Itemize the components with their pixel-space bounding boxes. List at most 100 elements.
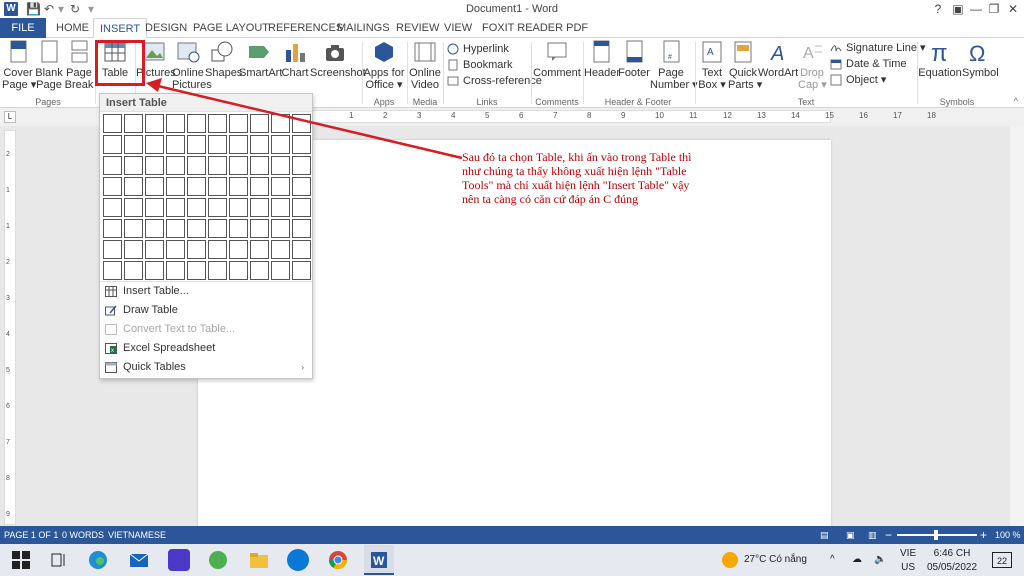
table-grid-cell[interactable] bbox=[166, 219, 185, 238]
zoom-in-button[interactable]: + bbox=[980, 526, 987, 544]
table-grid-cell[interactable] bbox=[271, 261, 290, 280]
table-grid-cell[interactable] bbox=[145, 156, 164, 175]
table-grid-cell[interactable] bbox=[208, 135, 227, 154]
file-explorer-icon[interactable] bbox=[248, 549, 270, 571]
weather-text[interactable]: 27°C Có nắng bbox=[744, 544, 807, 576]
table-grid-cell[interactable] bbox=[103, 177, 122, 196]
tab-selector[interactable]: L bbox=[4, 111, 16, 123]
restore-button[interactable]: ❐ bbox=[984, 1, 1004, 17]
table-grid-cell[interactable] bbox=[271, 177, 290, 196]
table-grid-cell[interactable] bbox=[292, 177, 311, 196]
zoom-out-button[interactable]: − bbox=[885, 526, 892, 544]
page-count[interactable]: PAGE 1 OF 1 bbox=[4, 526, 58, 544]
read-mode-icon[interactable]: ▤ bbox=[820, 526, 829, 544]
table-grid-cell[interactable] bbox=[250, 177, 269, 196]
table-grid-cell[interactable] bbox=[103, 114, 122, 133]
table-grid-cell[interactable] bbox=[103, 198, 122, 217]
table-grid-cell[interactable] bbox=[250, 156, 269, 175]
blank-page-button[interactable]: Blank Page bbox=[34, 40, 64, 91]
edge-browser-icon[interactable] bbox=[87, 549, 109, 571]
table-grid-cell[interactable] bbox=[292, 261, 311, 280]
table-grid-cell[interactable] bbox=[145, 135, 164, 154]
page-break-button[interactable]: Page Break bbox=[64, 40, 94, 91]
table-grid-cell[interactable] bbox=[103, 240, 122, 259]
zoom-slider-thumb[interactable] bbox=[934, 530, 938, 540]
tab-view[interactable]: VIEW bbox=[438, 18, 478, 38]
menu-item-quick-tables[interactable]: Quick Tables › bbox=[100, 358, 312, 377]
language-indicator[interactable]: VIETNAMESE bbox=[108, 526, 166, 544]
show-hidden-icons-icon[interactable]: ^ bbox=[830, 544, 835, 576]
bookmark-button[interactable]: Bookmark bbox=[447, 57, 513, 73]
cover-page-button[interactable]: Cover Page ▾ bbox=[2, 40, 36, 91]
chart-button[interactable]: Chart bbox=[281, 40, 309, 79]
weather-sun-icon[interactable] bbox=[722, 552, 738, 568]
network-icon[interactable]: ☁ bbox=[852, 544, 862, 576]
table-grid-cell[interactable] bbox=[250, 135, 269, 154]
drop-cap-button[interactable]: A Drop Cap ▾ bbox=[798, 40, 827, 91]
table-grid-cell[interactable] bbox=[292, 135, 311, 154]
text-box-button[interactable]: A Text Box ▾ bbox=[697, 40, 727, 91]
table-grid-cell[interactable] bbox=[187, 261, 206, 280]
table-grid-cell[interactable] bbox=[166, 198, 185, 217]
table-grid-cell[interactable] bbox=[187, 219, 206, 238]
table-grid-cell[interactable] bbox=[229, 198, 248, 217]
help-button[interactable]: ? bbox=[928, 1, 948, 17]
table-grid-cell[interactable] bbox=[208, 198, 227, 217]
print-layout-icon[interactable]: ▣ bbox=[846, 526, 855, 544]
word-count[interactable]: 0 WORDS bbox=[62, 526, 104, 544]
menu-item-insert-table[interactable]: Insert Table... bbox=[100, 282, 312, 301]
smartart-button[interactable]: SmartArt bbox=[239, 40, 282, 79]
table-grid-cell[interactable] bbox=[187, 240, 206, 259]
online-video-button[interactable]: Online Video bbox=[408, 40, 442, 91]
tab-file[interactable]: FILE bbox=[0, 18, 46, 38]
vertical-ruler[interactable]: 2112345678910 bbox=[4, 130, 16, 554]
table-grid-cell[interactable] bbox=[124, 177, 143, 196]
table-grid-cell[interactable] bbox=[250, 114, 269, 133]
table-grid-cell[interactable] bbox=[271, 198, 290, 217]
table-grid-cell[interactable] bbox=[145, 261, 164, 280]
online-pictures-button[interactable]: Online Pictures bbox=[172, 40, 212, 91]
table-grid-cell[interactable] bbox=[145, 219, 164, 238]
table-grid-cell[interactable] bbox=[229, 135, 248, 154]
close-button[interactable]: ✕ bbox=[1003, 1, 1023, 17]
tab-foxit-reader-pdf[interactable]: FOXIT READER PDF bbox=[476, 18, 594, 38]
menu-item-convert-text-to-table[interactable]: Convert Text to Table... bbox=[100, 320, 312, 339]
tab-design[interactable]: DESIGN bbox=[139, 18, 193, 38]
table-grid-cell[interactable] bbox=[250, 219, 269, 238]
table-grid-cell[interactable] bbox=[166, 261, 185, 280]
table-grid-cell[interactable] bbox=[166, 177, 185, 196]
vertical-scrollbar[interactable] bbox=[1010, 126, 1024, 526]
table-grid-cell[interactable] bbox=[145, 114, 164, 133]
table-grid-cell[interactable] bbox=[145, 177, 164, 196]
table-grid-cell[interactable] bbox=[187, 198, 206, 217]
table-grid-cell[interactable] bbox=[292, 198, 311, 217]
menu-item-excel-spreadsheet[interactable]: x Excel Spreadsheet bbox=[100, 339, 312, 358]
tab-home[interactable]: HOME bbox=[50, 18, 95, 38]
table-grid-cell[interactable] bbox=[292, 219, 311, 238]
mail-icon[interactable] bbox=[128, 549, 150, 571]
table-grid-cell[interactable] bbox=[229, 240, 248, 259]
table-grid-cell[interactable] bbox=[271, 114, 290, 133]
table-grid-cell[interactable] bbox=[229, 114, 248, 133]
cross-reference-button[interactable]: Cross-reference bbox=[447, 73, 542, 89]
table-grid-cell[interactable] bbox=[187, 135, 206, 154]
volume-icon[interactable]: 🔈 bbox=[874, 544, 886, 576]
zoom-level[interactable]: 100 % bbox=[995, 526, 1021, 544]
header-button[interactable]: Header bbox=[584, 40, 620, 79]
collapse-ribbon-icon[interactable]: ^ bbox=[1014, 96, 1018, 106]
table-grid-cell[interactable] bbox=[103, 261, 122, 280]
table-grid-cell[interactable] bbox=[229, 261, 248, 280]
table-grid-cell[interactable] bbox=[124, 261, 143, 280]
table-grid-cell[interactable] bbox=[166, 240, 185, 259]
table-grid-cell[interactable] bbox=[166, 156, 185, 175]
table-grid-cell[interactable] bbox=[124, 198, 143, 217]
tab-mailings[interactable]: MAILINGS bbox=[331, 18, 396, 38]
ribbon-display-options-icon[interactable]: ▣ bbox=[948, 1, 968, 17]
chrome-icon[interactable] bbox=[327, 549, 349, 571]
zalo-icon[interactable] bbox=[287, 549, 309, 571]
symbol-button[interactable]: Ω Symbol bbox=[962, 40, 999, 79]
equation-button[interactable]: π Equation bbox=[918, 40, 962, 79]
table-grid-cell[interactable] bbox=[187, 114, 206, 133]
table-grid-cell[interactable] bbox=[103, 156, 122, 175]
menu-item-draw-table[interactable]: Draw Table bbox=[100, 301, 312, 320]
